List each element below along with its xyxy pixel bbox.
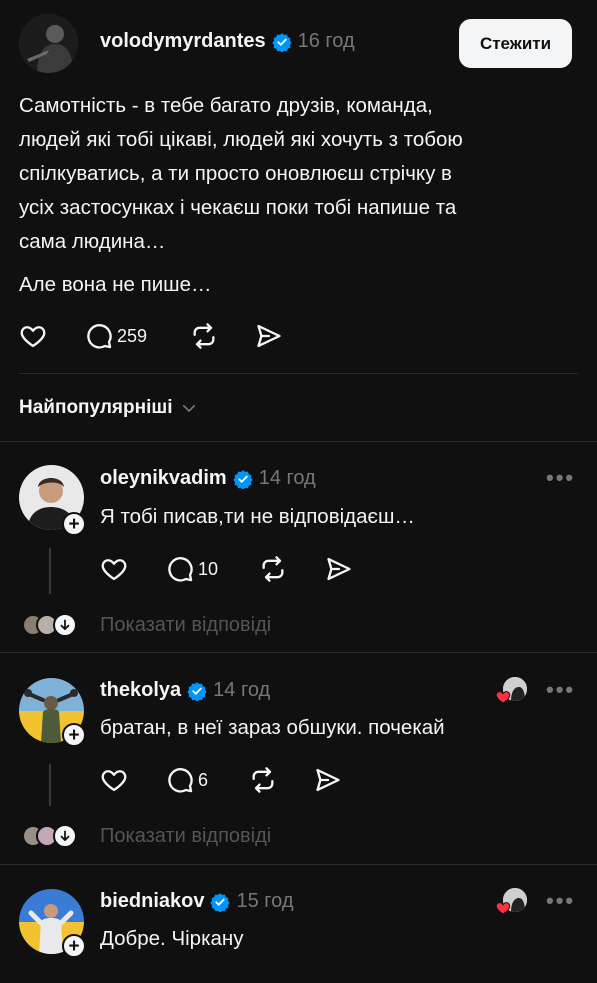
- repost-icon: [190, 322, 218, 350]
- share-button[interactable]: [314, 766, 342, 794]
- post-text-line: спілкуватись, а ти просто оновлюєш стріч…: [19, 162, 452, 185]
- verified-icon: [272, 32, 292, 52]
- show-replies-link[interactable]: Показати відповіді: [100, 825, 271, 848]
- follow-plus-icon[interactable]: +: [62, 934, 86, 958]
- post-text-second: Але вона не пише…: [19, 273, 212, 296]
- share-icon: [255, 322, 283, 350]
- heart-icon: [100, 555, 128, 583]
- author-liked-indicator: [495, 677, 529, 707]
- divider: [19, 373, 578, 374]
- author-avatar[interactable]: [19, 14, 78, 73]
- comment-icon: [166, 555, 194, 583]
- repost-icon: [249, 766, 277, 794]
- reply-count: 10: [198, 558, 219, 579]
- reply-button[interactable]: 6: [166, 766, 208, 794]
- comment-text: Добре. Чіркану: [100, 927, 244, 950]
- show-replies-link[interactable]: Показати відповіді: [100, 614, 271, 637]
- comment-icon: [85, 322, 113, 350]
- author-username[interactable]: volodymyrdantes: [100, 30, 266, 53]
- like-button[interactable]: [100, 766, 128, 794]
- follow-plus-icon[interactable]: +: [62, 723, 86, 747]
- comment-text: братан, в неї зараз обшуки. почекай: [100, 716, 445, 739]
- arrow-down-icon[interactable]: [53, 824, 77, 848]
- follow-button[interactable]: Стежити: [459, 19, 572, 68]
- comment-username[interactable]: biedniakov: [100, 890, 204, 913]
- heart-icon: [100, 766, 128, 794]
- author-liked-indicator: [495, 888, 529, 918]
- reply-button[interactable]: 259: [85, 322, 147, 350]
- arrow-down-icon[interactable]: [53, 613, 77, 637]
- comment-icon: [166, 766, 194, 794]
- red-heart-icon: [495, 902, 511, 915]
- thread-line: [49, 764, 51, 806]
- post-text-line: людей які тобі цікаві, людей які хочуть …: [19, 128, 463, 151]
- thread-line: [49, 548, 51, 594]
- chevron-down-icon: [183, 404, 196, 412]
- post-time: 16 год: [297, 30, 355, 52]
- divider: [0, 441, 597, 442]
- repost-button[interactable]: [249, 766, 277, 794]
- like-button[interactable]: [100, 555, 128, 583]
- reply-count: 6: [198, 769, 209, 790]
- post-text-line: сама людина…: [19, 230, 166, 253]
- divider: [0, 864, 597, 865]
- divider: [0, 652, 597, 653]
- red-heart-icon: [495, 691, 511, 704]
- comment-time: 15 год: [236, 890, 294, 912]
- sort-label: Найпопулярніші: [19, 397, 173, 418]
- share-button[interactable]: [255, 322, 283, 350]
- heart-icon: [19, 322, 47, 350]
- more-options-icon[interactable]: •••: [546, 888, 575, 914]
- follow-plus-icon[interactable]: +: [62, 512, 86, 536]
- post-body: Самотність - в тебе багато друзів, коман…: [19, 89, 579, 259]
- comment-time: 14 год: [213, 679, 271, 701]
- verified-icon: [233, 469, 253, 489]
- post-text-line: усіх застосунках і чекаєш поки тобі напи…: [19, 196, 457, 219]
- comment-time: 14 год: [258, 467, 316, 489]
- repost-button[interactable]: [190, 322, 218, 350]
- verified-icon: [210, 892, 230, 912]
- sort-dropdown[interactable]: Найпопулярніші: [19, 397, 198, 419]
- comment-text: Я тобі писав,ти не відповідаєш…: [100, 505, 415, 528]
- reply-count: 259: [117, 325, 148, 346]
- reply-button[interactable]: 10: [166, 555, 218, 583]
- share-icon: [314, 766, 342, 794]
- comment-username[interactable]: oleynikvadim: [100, 467, 227, 490]
- more-options-icon[interactable]: •••: [546, 677, 575, 703]
- more-options-icon[interactable]: •••: [546, 465, 575, 491]
- share-icon: [325, 555, 353, 583]
- verified-icon: [187, 681, 207, 701]
- like-button[interactable]: [19, 322, 47, 350]
- repost-button[interactable]: [259, 555, 287, 583]
- share-button[interactable]: [325, 555, 353, 583]
- repost-icon: [259, 555, 287, 583]
- post-text-line: Самотність - в тебе багато друзів, коман…: [19, 94, 433, 117]
- comment-username[interactable]: thekolya: [100, 679, 181, 702]
